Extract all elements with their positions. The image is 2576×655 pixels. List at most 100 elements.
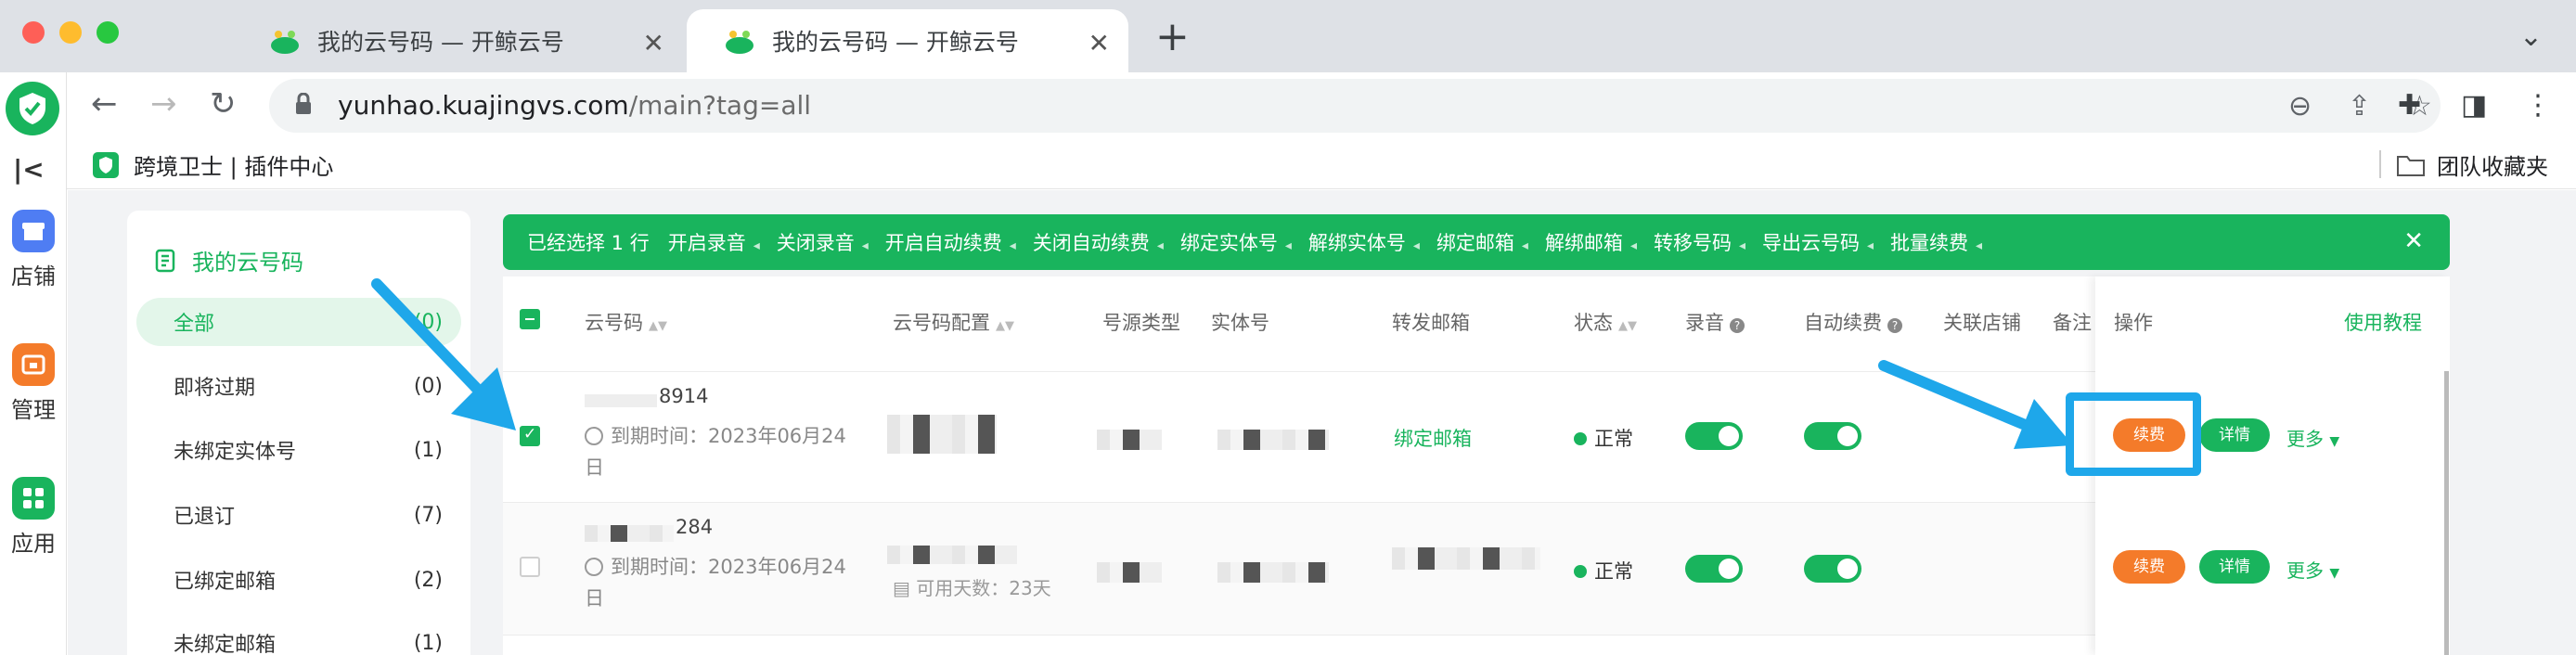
sidebar-item-label: 未绑定邮箱 [174, 634, 277, 655]
sidebar-item-unbound-email[interactable]: 未绑定邮箱 (1) [136, 619, 461, 655]
sidebar-title: 我的云号码 [192, 250, 303, 276]
action-unbind-email[interactable]: 解绑邮箱 [1545, 228, 1637, 256]
sidebar-item-label: 全部 [174, 313, 215, 336]
rail-item-label: 管理 [11, 397, 56, 423]
header-label: 备注 [2053, 312, 2092, 334]
browser-menu-icon[interactable]: ⋮ [2524, 89, 2552, 122]
tab-title: 我的云号码 — 开鲸云号 [772, 29, 1019, 56]
shield-logo-icon[interactable] [6, 82, 59, 135]
minimize-window-button[interactable] [59, 21, 82, 44]
forward-arrow-icon[interactable]: → [150, 85, 177, 122]
header-source: 号源类型 [1102, 308, 1180, 336]
action-disable-recording[interactable]: 关闭录音 [777, 228, 869, 256]
header-operations: 操作 [2114, 312, 2153, 334]
action-unbind-physical[interactable]: 解绑实体号 [1308, 228, 1420, 256]
more-label: 更多 [2286, 559, 2324, 582]
bind-email-link[interactable]: 绑定邮箱 [1394, 424, 1472, 452]
zoom-window-button[interactable] [97, 21, 119, 44]
url-host: yunhao.kuajingvs.com [338, 90, 629, 121]
expire-text: 到期时间：2023年06月24日 [585, 425, 846, 479]
record-toggle[interactable] [1685, 555, 1743, 583]
lock-icon [296, 93, 311, 114]
header-shop: 关联店铺 [1943, 308, 2021, 336]
action-batch-renew[interactable]: 批量续费 [1890, 228, 1982, 256]
sidebar-item-unsubscribed[interactable]: 已退订 (7) [136, 491, 461, 539]
browser-tab-1[interactable]: 我的云号码 — 开鲸云号 ✕ [232, 9, 683, 72]
expire-time: 到期时间：2023年06月24日 [585, 551, 863, 614]
header-label: 转发邮箱 [1392, 312, 1470, 334]
header-record: 录音? [1685, 308, 1745, 336]
renew-highlight-box [2066, 392, 2201, 476]
annotation-arrow-icon [371, 278, 516, 430]
action-enable-recording[interactable]: 开启录音 [668, 228, 760, 256]
header-label: 录音 [1685, 312, 1724, 334]
row-checkbox[interactable] [520, 557, 540, 577]
masked-number [585, 525, 674, 542]
renew-button[interactable]: 续费 [2113, 550, 2185, 584]
side-panel-icon[interactable]: ◨ [2461, 89, 2487, 122]
record-toggle[interactable] [1685, 422, 1743, 450]
detail-button[interactable]: 详情 [2199, 418, 2270, 452]
collapse-icon[interactable]: |< [13, 154, 45, 185]
header-autorenew: 自动续费? [1804, 308, 1902, 336]
action-export-numbers[interactable]: 导出云号码 [1762, 228, 1874, 256]
autorenew-toggle[interactable] [1804, 555, 1861, 583]
action-transfer-number[interactable]: 转移号码 [1654, 228, 1745, 256]
rail-item-shop[interactable]: 店铺 [0, 210, 67, 290]
tab-search-chevron-icon[interactable]: ⌄ [2519, 20, 2543, 53]
sidebar-item-count: (2) [413, 568, 443, 592]
sort-icon[interactable]: ▲▼ [649, 319, 667, 333]
browser-tab-2-active[interactable]: 我的云号码 — 开鲸云号 ✕ [687, 9, 1128, 72]
bookmark-plugin-center[interactable]: 跨境卫士 | 插件中心 [93, 148, 333, 181]
help-icon[interactable]: ? [1730, 318, 1745, 333]
cloud-number: 284 [676, 516, 714, 538]
days-remaining: ▤ 可用天数：23天 [893, 577, 1051, 599]
zoom-out-icon[interactable]: ⊖ [2288, 90, 2312, 122]
back-arrow-icon[interactable]: ← [91, 85, 118, 122]
close-tab-icon[interactable]: ✕ [643, 28, 664, 58]
rail-item-label: 店铺 [11, 263, 56, 289]
reload-icon[interactable]: ↻ [210, 85, 237, 122]
new-tab-icon[interactable]: + [1155, 13, 1190, 60]
sort-icon[interactable]: ▲▼ [996, 319, 1014, 333]
cloud-number: 8914 [659, 385, 709, 407]
annotation-arrow-icon [1878, 360, 2073, 449]
url-path: /main?tag=all [628, 90, 812, 121]
table-scrollbar[interactable] [2444, 371, 2449, 655]
sidebar-item-bound-email[interactable]: 已绑定邮箱 (2) [136, 556, 461, 604]
action-enable-autorenew[interactable]: 开启自动续费 [885, 228, 1016, 256]
tab-title: 我的云号码 — 开鲸云号 [317, 29, 564, 56]
extension-rail: |< 店铺 管理 应用 [0, 72, 67, 655]
close-icon[interactable]: ✕ [2403, 227, 2424, 255]
rail-item-apps[interactable]: 应用 [0, 477, 67, 558]
sidebar-header[interactable]: 我的云号码 ⌃ [153, 240, 569, 276]
header-config[interactable]: 云号码配置 ▲▼ [893, 308, 1014, 336]
close-tab-icon[interactable]: ✕ [1088, 28, 1110, 58]
address-bar[interactable]: yunhao.kuajingvs.com/main?tag=all ⊖ ⇪ ☆ [269, 79, 2441, 133]
help-icon[interactable]: ? [1887, 318, 1902, 333]
header-status[interactable]: 状态 ▲▼ [1574, 308, 1637, 336]
autorenew-toggle[interactable] [1804, 422, 1861, 450]
header-note: 备注 [2053, 308, 2092, 336]
status-badge: 正常 [1574, 424, 1633, 452]
action-bind-physical[interactable]: 绑定实体号 [1180, 228, 1292, 256]
extensions-puzzle-icon[interactable]: ✚ [2398, 89, 2421, 122]
action-bind-email[interactable]: 绑定邮箱 [1436, 228, 1528, 256]
bookmarks-bar: 跨境卫士 | 插件中心 团队收藏夹 [67, 139, 2576, 189]
bookmark-folder-team[interactable]: 团队收藏夹 [2396, 148, 2548, 181]
masked-source [1097, 562, 1162, 583]
status-dot-icon [1574, 565, 1587, 578]
action-disable-autorenew[interactable]: 关闭自动续费 [1033, 228, 1164, 256]
rail-item-manage[interactable]: 管理 [0, 343, 67, 424]
header-number[interactable]: 云号码 ▲▼ [585, 308, 667, 336]
more-dropdown[interactable]: 更多 ▼ [2286, 556, 2339, 583]
close-window-button[interactable] [22, 21, 45, 44]
detail-button[interactable]: 详情 [2199, 550, 2270, 584]
header-label: 自动续费 [1804, 312, 1882, 334]
status-dot-icon [1574, 432, 1587, 445]
masked-physical [1217, 562, 1329, 583]
more-dropdown[interactable]: 更多 ▼ [2286, 424, 2339, 451]
tutorial-link[interactable]: 使用教程 [2344, 308, 2422, 336]
share-icon[interactable]: ⇪ [2348, 90, 2371, 122]
sort-icon[interactable]: ▲▼ [1618, 319, 1637, 333]
